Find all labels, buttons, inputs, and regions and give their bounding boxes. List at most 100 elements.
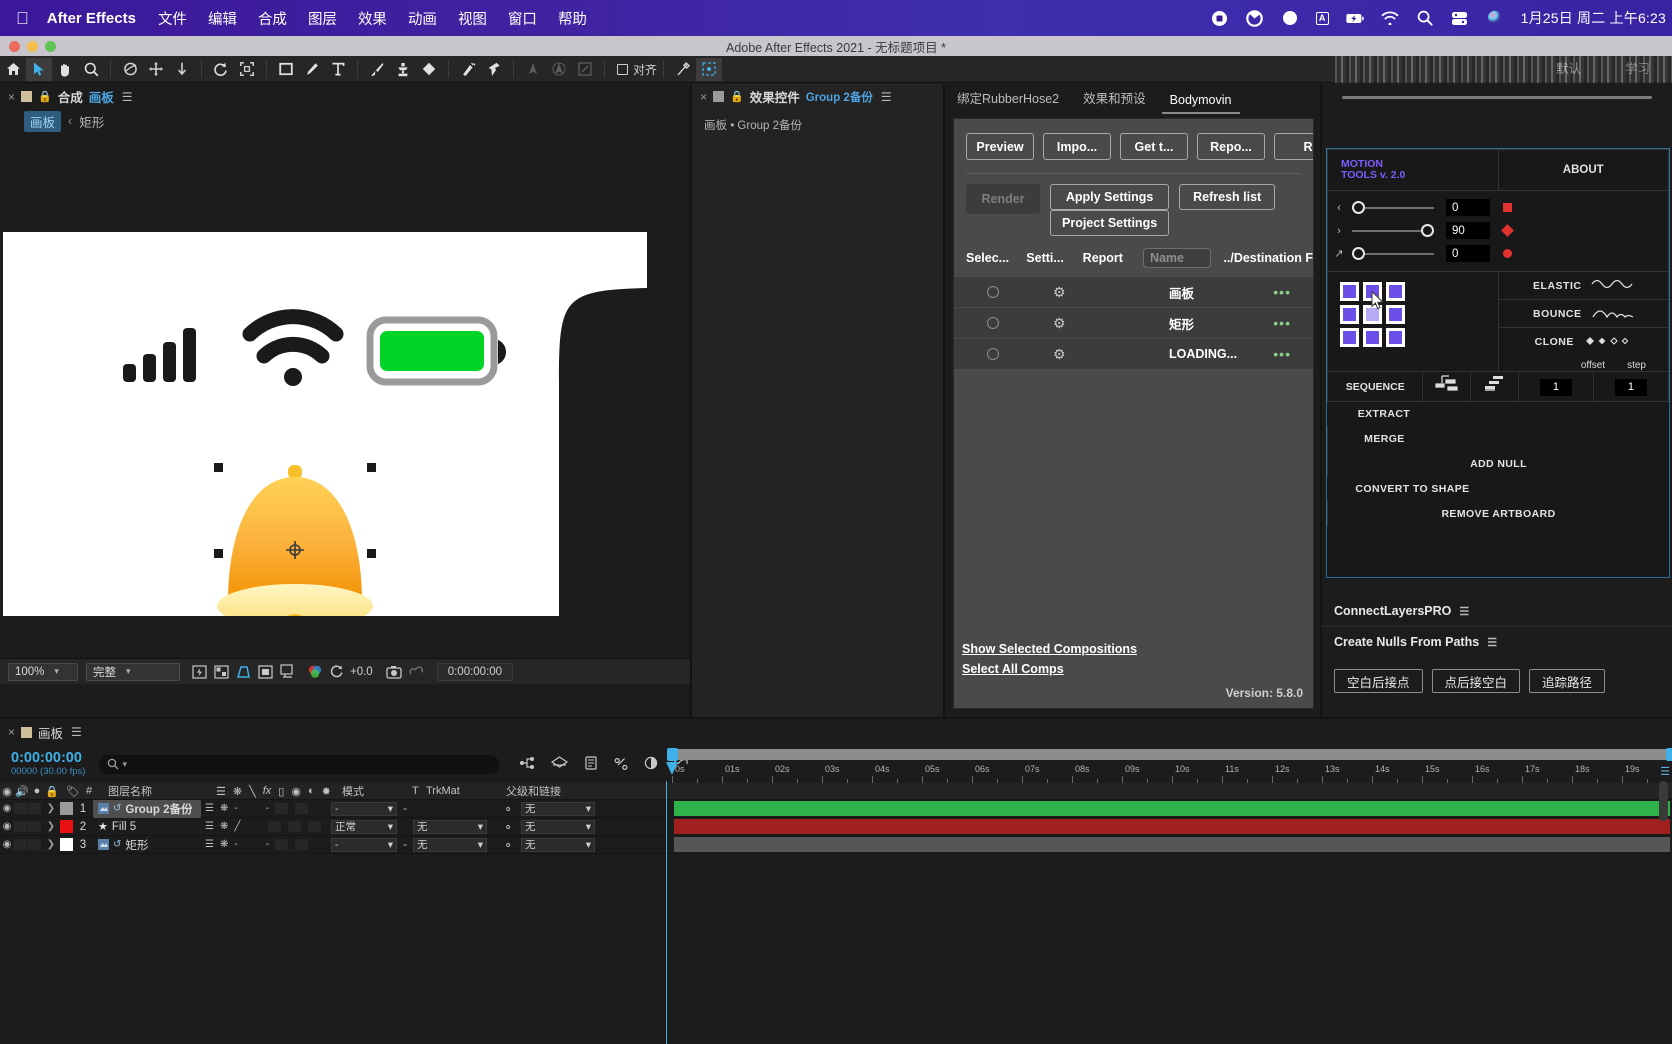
bounce-button[interactable]: BOUNCE [1498, 300, 1668, 328]
menu-item-file[interactable]: 文件 [158, 8, 187, 29]
dolly-camera-icon[interactable] [169, 58, 195, 81]
tab-effects-presets[interactable]: 效果和预设 [1071, 82, 1158, 114]
timeline-expand-icon[interactable]: ☰ [1660, 765, 1670, 778]
panel-menu-icon-cl[interactable]: ☰ [1459, 605, 1469, 618]
clone-button[interactable]: CLONE [1499, 328, 1669, 356]
remove-artboard-button[interactable]: REMOVE ARTBOARD [1327, 501, 1669, 526]
anchor-point-grid[interactable] [1327, 271, 1499, 372]
elastic-button[interactable]: ELASTIC [1498, 272, 1668, 300]
null-after-point-button[interactable]: 空白后接点 [1334, 669, 1423, 693]
collapse-switch-icon-2[interactable]: ❋ [220, 821, 228, 832]
breadcrumb-root[interactable]: 画板 [24, 110, 62, 132]
puppet-pin-icon[interactable] [481, 58, 507, 81]
control-center-icon[interactable] [1451, 9, 1469, 27]
chevron-down-icon-search[interactable]: ▾ [122, 759, 127, 770]
region-of-interest-icon[interactable] [234, 58, 260, 81]
fx-switch-icon-3[interactable]: - [266, 839, 269, 850]
battery-charging-icon[interactable] [1345, 9, 1364, 27]
timeline-track-area[interactable] [672, 800, 1672, 860]
channel-icon[interactable] [304, 662, 326, 682]
apple-icon[interactable]:  [16, 10, 29, 27]
layer-switches-2[interactable]: ☰ ❋ ╱ [201, 821, 331, 832]
work-area-end-handle[interactable] [1666, 748, 1672, 761]
pen-icon[interactable] [299, 58, 325, 81]
tab-rubberhose2[interactable]: 绑定RubberHose2 [945, 82, 1071, 114]
switch-box-b3[interactable] [295, 839, 309, 850]
trkmat-select-2[interactable]: 无 ▾ [413, 819, 487, 834]
menu-item-help[interactable]: 帮助 [558, 8, 587, 29]
menu-item-effect[interactable]: 效果 [358, 8, 387, 29]
snapshot-icon[interactable] [383, 662, 405, 682]
slider-row-1[interactable]: ‹ 0 [1328, 196, 1668, 219]
layer-name-cell-2[interactable]: ★ Fill 5 [93, 819, 201, 834]
layer-bar-3[interactable] [674, 837, 1670, 852]
slider-knob-1[interactable] [1352, 200, 1365, 214]
expand-arrow-icon[interactable]: ❯ [42, 803, 60, 814]
mesh-sculpt-icon[interactable] [696, 57, 723, 81]
timeline-scrollbar-vertical[interactable] [1659, 781, 1668, 821]
slider-row-2[interactable]: › 90 [1328, 219, 1668, 242]
refresh-list-button[interactable]: Refresh list [1179, 184, 1276, 210]
about-button[interactable]: ABOUT [1497, 149, 1669, 191]
viewer-timecode[interactable]: 0:00:00:00 [436, 662, 514, 681]
expand-arrow-icon-3[interactable]: ❯ [42, 839, 60, 850]
expand-arrow-icon-2[interactable]: ❯ [42, 821, 60, 832]
solo-toggle-3[interactable] [28, 839, 41, 850]
trace-path-button[interactable]: 追踪路径 [1529, 669, 1606, 693]
slider-row-3[interactable]: ↗ 0 [1328, 242, 1668, 265]
step-value[interactable]: 1 [1614, 378, 1647, 396]
solo-toggle[interactable] [28, 803, 41, 814]
fast-preview-icon[interactable] [188, 662, 210, 682]
slider-value-3[interactable]: 0 [1446, 245, 1490, 262]
layer-switches-3[interactable]: ☰ ❋ - - [201, 839, 331, 850]
mask-view-icon[interactable] [254, 662, 276, 682]
mode-select[interactable]: - ▾ [331, 801, 397, 816]
video-toggle-icon-2[interactable]: ◉ [0, 821, 14, 832]
effect-controls-tab[interactable]: × 🔒 效果控件 Group 2备份 ☰ [692, 84, 943, 109]
parent-switch-icon-1[interactable]: ☰ [205, 803, 214, 814]
snap-checkbox-icon[interactable] [617, 63, 628, 75]
shape-rectangle-icon[interactable] [273, 58, 299, 81]
parent-pickwhip-icon-2[interactable]: ⚬ [487, 820, 513, 834]
marker-diamond-icon[interactable] [1501, 224, 1514, 237]
menubar-clock[interactable]: 1月25日 周二 上午6:23 [1521, 8, 1666, 28]
slider-track-3[interactable] [1352, 246, 1434, 260]
record-icon[interactable] [1211, 9, 1229, 27]
sequence-mode-a-icon[interactable] [1422, 371, 1472, 402]
rotation-icon[interactable] [208, 58, 234, 81]
quality-switch-icon-3[interactable]: - [234, 839, 237, 850]
anchor-cell-ml[interactable] [1340, 305, 1359, 324]
region-of-interest-toggle-icon[interactable] [232, 662, 254, 682]
composition-panel-tab[interactable]: × 🔒 合成 画板 ☰ [0, 84, 690, 109]
motion-blur-icon[interactable] [644, 756, 658, 773]
audio-toggle-3[interactable] [14, 839, 27, 850]
parent-select[interactable]: 无 ▾ [521, 801, 595, 816]
layer-switches[interactable]: ☰ ❋ - - [201, 803, 331, 814]
name-filter-input[interactable]: Name [1142, 248, 1212, 268]
close-window-button[interactable] [9, 41, 20, 52]
sequence-mode-b-icon[interactable] [1470, 371, 1519, 402]
quality-select[interactable]: 完整 ▾ [86, 662, 180, 681]
gear-icon[interactable]: ⚙ [1053, 346, 1066, 363]
more-actions-icon[interactable]: ••• [1273, 315, 1291, 331]
offset-value[interactable]: 1 [1539, 378, 1572, 396]
quality-switch-icon-1[interactable]: - [234, 803, 237, 814]
time-ruler[interactable]: 0s 01s 02s 03s 04s 05s 06s 07s 08s 09s 10s 11s 12s 13… [672, 764, 1672, 783]
view-axis-icon[interactable] [572, 58, 598, 81]
marker-square-icon[interactable] [1503, 203, 1512, 212]
switch-box-a2[interactable] [268, 821, 282, 832]
select-radio-icon[interactable] [987, 317, 999, 329]
layer-bar-1[interactable] [674, 801, 1670, 816]
select-all-comps-link[interactable]: Select All Comps [962, 662, 1137, 676]
gear-icon[interactable]: ⚙ [1053, 315, 1066, 332]
hand-icon[interactable] [52, 58, 78, 81]
siri-icon[interactable] [1486, 9, 1504, 27]
input-source-icon[interactable]: A [1315, 11, 1329, 25]
convert-to-shape-button[interactable]: CONVERT TO SHAPE [1327, 476, 1498, 501]
switch-box-a3[interactable] [275, 839, 289, 850]
project-settings-button[interactable]: Project Settings [1050, 210, 1170, 236]
menu-item-window[interactable]: 窗口 [508, 8, 537, 29]
table-row[interactable]: ⚙ 画板 ••• [954, 277, 1313, 308]
anchor-cell-tl[interactable] [1340, 282, 1359, 301]
lock-icon[interactable]: 🔒 [38, 90, 52, 103]
